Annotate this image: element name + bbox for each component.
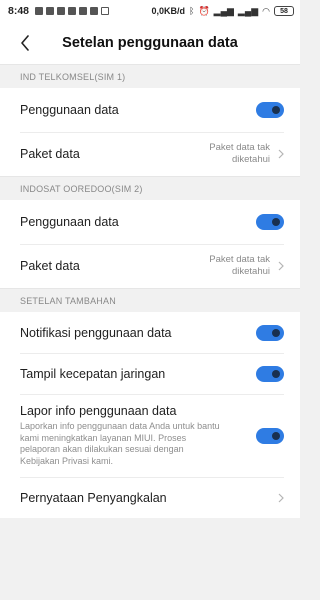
section-sim2: Penggunaan data Paket data Paket data ta… (0, 200, 300, 288)
alarm-icon: ⏰ (198, 5, 210, 16)
data-usage-toggle[interactable] (256, 102, 284, 118)
row-data-plan-sim1[interactable]: Paket data Paket data tak diketahui (0, 132, 300, 176)
row-label: Paket data (20, 147, 80, 161)
row-label: Penggunaan data (20, 215, 119, 229)
status-left: 8:48 (8, 5, 110, 17)
row-label: Notifikasi penggunaan data (20, 325, 172, 340)
page-title: Setelan penggunaan data (62, 35, 238, 51)
row-value: Paket data tak diketahui (209, 142, 270, 165)
network-speed-toggle[interactable] (256, 365, 284, 382)
row-data-notification[interactable]: Notifikasi penggunaan data (0, 312, 300, 353)
section-title-sim1: IND TELKOMSEL(SIM 1) (0, 64, 300, 88)
status-time: 8:48 (8, 5, 30, 17)
row-value-wrap: Paket data tak diketahui (190, 142, 284, 166)
back-button[interactable] (12, 30, 38, 56)
row-value-wrap: Paket data tak diketahui (190, 254, 284, 278)
section-title-sim2: INDOSAT OOREDOO(SIM 2) (0, 176, 300, 200)
row-label: Pernyataan Penyangkalan (20, 490, 167, 505)
screen-icon (101, 7, 110, 15)
data-usage-toggle[interactable] (256, 214, 284, 230)
chevron-right-icon (278, 261, 284, 271)
notification-icon (90, 7, 99, 15)
notification-toggle[interactable] (256, 324, 284, 341)
row-texts: Lapor info penggunaan data Laporkan info… (20, 404, 225, 467)
row-report-usage[interactable]: Lapor info penggunaan data Laporkan info… (0, 394, 300, 477)
row-label: Paket data (20, 259, 80, 273)
row-data-usage-sim2[interactable]: Penggunaan data (0, 200, 300, 244)
notification-icon (68, 7, 77, 15)
notification-icon (79, 7, 88, 15)
chevron-right-icon (278, 149, 284, 159)
bluetooth-icon: ᛒ (189, 5, 195, 16)
section-sim1: Penggunaan data Paket data Paket data ta… (0, 88, 300, 176)
notification-icon (57, 7, 66, 15)
signal-icon: ▂▄▆ (237, 5, 259, 16)
row-label: Lapor info penggunaan data (20, 404, 177, 418)
network-speed: 0,0KB/d (151, 6, 186, 16)
row-data-plan-sim2[interactable]: Paket data Paket data tak diketahui (0, 244, 300, 288)
row-disclaimer[interactable]: Pernyataan Penyangkalan (0, 477, 300, 518)
notification-icon (35, 7, 44, 15)
signal-icon: ▂▄▆ (213, 5, 234, 16)
status-right: 0,0KB/d ᛒ ⏰ ▂▄▆ ▂▄▆ ◠ 58 (152, 6, 294, 16)
row-value: Paket data tak diketahui (209, 254, 270, 277)
section-additional: Notifikasi penggunaan data Tampil kecepa… (0, 312, 300, 518)
header: Setelan penggunaan data (0, 22, 300, 64)
back-arrow-icon (21, 35, 29, 51)
chevron-right-icon (278, 493, 284, 503)
row-network-speed[interactable]: Tampil kecepatan jaringan (0, 353, 300, 394)
battery-icon: 58 (274, 6, 294, 16)
status-bar: 8:48 0,0KB/d ᛒ ⏰ ▂▄▆ ▂▄▆ ◠ 58 (0, 0, 300, 22)
section-title-additional: SETELAN TAMBAHAN (0, 288, 300, 312)
row-label: Tampil kecepatan jaringan (20, 366, 166, 381)
row-label: Penggunaan data (20, 103, 119, 117)
row-description: Laporkan info penggunaan data Anda untuk… (20, 421, 220, 466)
row-data-usage-sim1[interactable]: Penggunaan data (0, 88, 300, 132)
report-usage-toggle[interactable] (256, 427, 284, 444)
notification-icon (46, 7, 55, 15)
wifi-icon: ◠ (262, 5, 270, 16)
